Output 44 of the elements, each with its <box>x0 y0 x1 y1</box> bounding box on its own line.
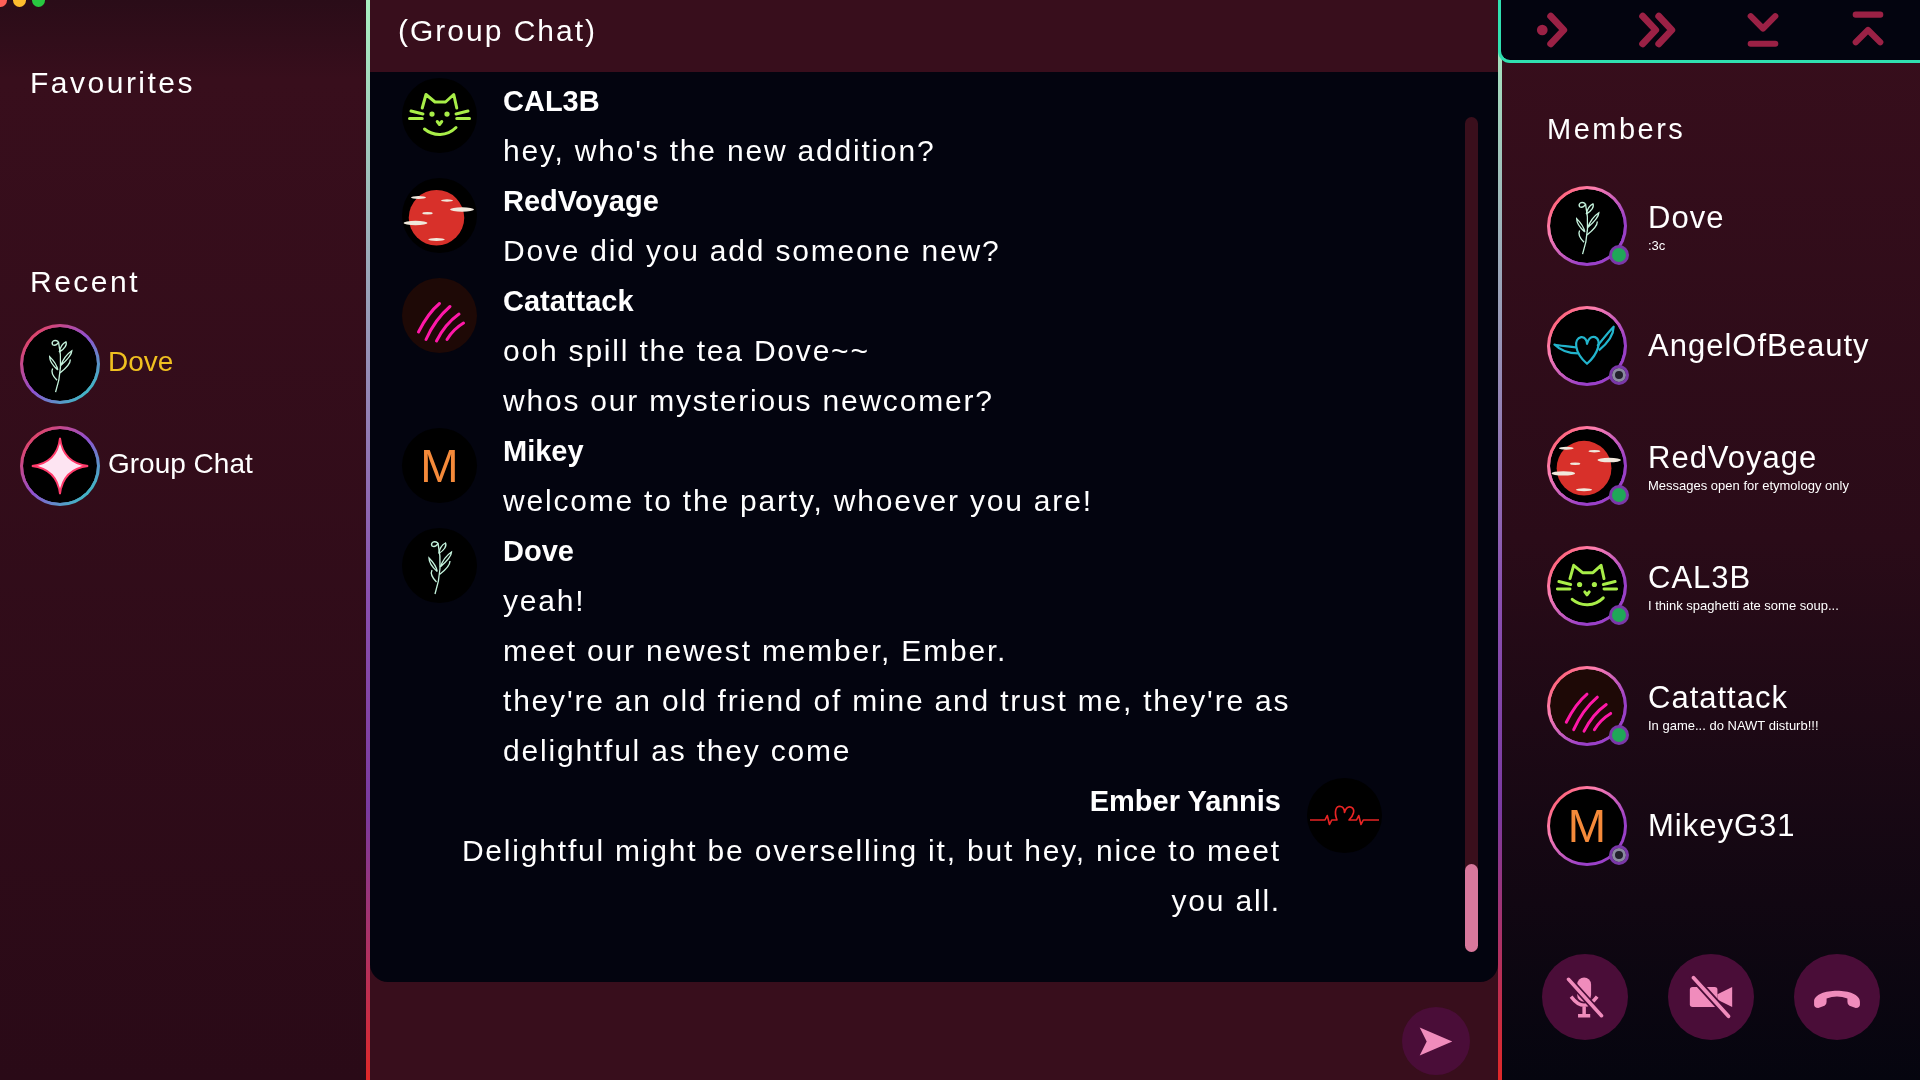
section-title: Favourites <box>30 66 196 100</box>
avatar: M <box>402 428 477 503</box>
section-title: Recent <box>30 265 141 299</box>
status-text: Messages open for etymology only <box>1648 477 1849 493</box>
member-name: Catattack <box>1648 679 1789 716</box>
chat-title: (Group Chat) <box>397 13 598 49</box>
member-item[interactable]: Dove :3c <box>1547 186 1733 266</box>
member-name: CAL3B <box>1648 559 1753 596</box>
status-text: :3c <box>1648 237 1667 253</box>
message-text: Delightful might be overselling it, but hey, nice to meet you all. <box>460 833 1281 919</box>
camera-off-icon <box>1688 974 1734 1020</box>
member-name: MikeyG31 <box>1648 808 1796 844</box>
message-text: meet our newest member, Ember. <box>503 633 1009 669</box>
sender-name: Mikey <box>503 434 585 469</box>
avatar: M <box>1550 789 1624 863</box>
scrollbar[interactable] <box>1465 117 1478 952</box>
recent-item[interactable]: Group Chat <box>20 426 263 506</box>
message-text: welcome to the party, whoever you are! <box>503 483 1093 519</box>
member-item[interactable]: AngelOfBeauty <box>1547 306 1878 386</box>
status-text: I think spaghetti ate some soup... <box>1648 597 1839 613</box>
member-item[interactable]: RedVoyage Messages open for etymology only <box>1547 426 1857 506</box>
message-text: Dove did you add someone new? <box>503 233 1001 269</box>
message-text: they're an old friend of mine and trust me, they're as delightful as they come <box>503 683 1292 769</box>
recent-item[interactable]: Dove <box>20 324 184 404</box>
recent-label: Group Chat <box>108 448 253 480</box>
member-name: RedVoyage <box>1648 439 1819 476</box>
sender-name: RedVoyage <box>503 184 660 219</box>
sender-name: Catattack <box>503 284 635 319</box>
sender-name: CAL3B <box>503 84 601 119</box>
recent-label: Dove <box>108 346 174 378</box>
member-name: Dove <box>1648 199 1725 236</box>
send-icon <box>1418 1025 1454 1057</box>
member-name: AngelOfBeauty <box>1648 328 1870 364</box>
message-text: ooh spill the tea Dove~~ <box>503 333 871 369</box>
member-item[interactable]: M MikeyG31 <box>1547 786 1804 866</box>
sender-name: Ember Yannis <box>1089 784 1281 819</box>
section-title: Members <box>1547 113 1686 146</box>
sender-name: Dove <box>503 534 575 569</box>
member-item[interactable]: CAL3B I think spaghetti ate some soup... <box>1547 546 1847 626</box>
message-text: whos our mysterious newcomer? <box>503 383 994 419</box>
message-text: yeah! <box>503 583 587 619</box>
member-item[interactable]: Catattack In game... do NAWT disturb!!! <box>1547 666 1827 746</box>
status-text: In game... do NAWT disturb!!! <box>1648 717 1819 733</box>
message-text: hey, who's the new addition? <box>503 133 936 169</box>
